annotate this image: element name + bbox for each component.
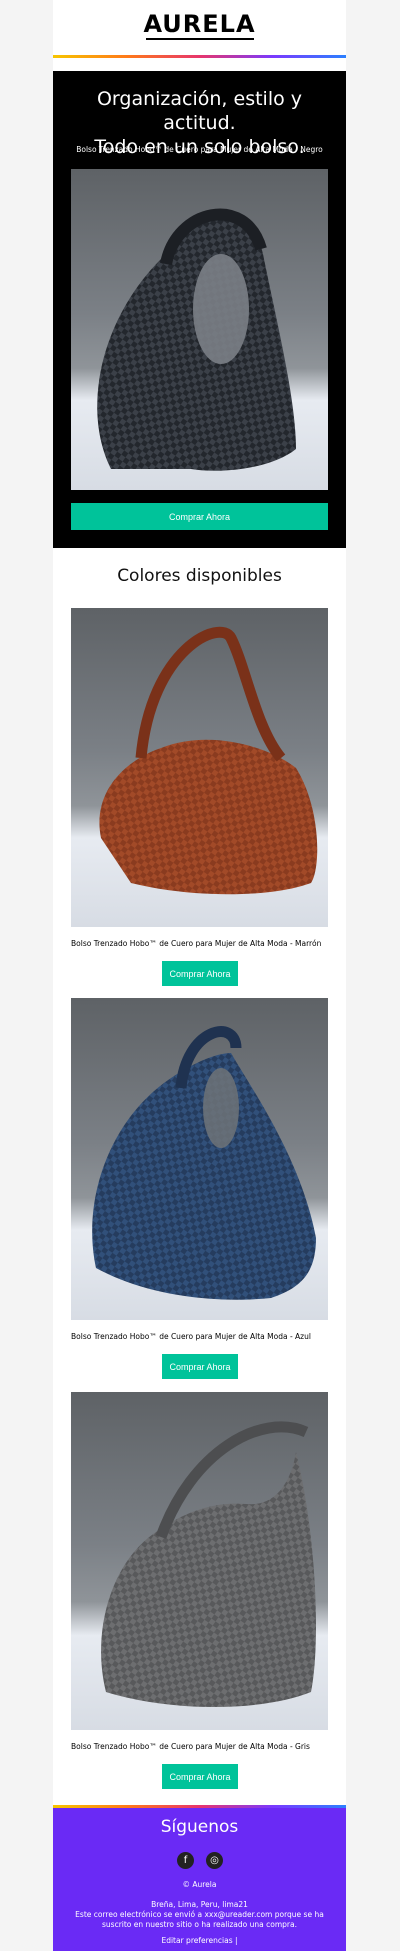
edit-preferences-link[interactable]: Editar preferencias | bbox=[63, 1936, 336, 1946]
hero-section: Organización, estilo y actitud. Todo en … bbox=[53, 71, 346, 548]
colors-section-title: Colores disponibles bbox=[117, 566, 282, 586]
instagram-icon[interactable]: ◎ bbox=[206, 1852, 223, 1869]
hero-buy-button[interactable]: Comprar Ahora bbox=[71, 503, 328, 530]
header: AURELA bbox=[53, 0, 346, 71]
footer-title: Síguenos bbox=[160, 1817, 239, 1837]
product-brown-image[interactable] bbox=[71, 608, 328, 927]
email-container: AURELA Organización, estilo y actitud. T… bbox=[53, 0, 346, 1951]
bag-black-image bbox=[97, 208, 296, 471]
hero-product-image[interactable] bbox=[71, 169, 328, 490]
hero-title-line1: Organización, estilo y actitud. bbox=[96, 88, 303, 134]
bag-gray-image bbox=[101, 1421, 316, 1707]
footer: Síguenos f ◎ © Aurela Breña, Lima, Peru,… bbox=[53, 1808, 346, 1951]
product-gray-name: Bolso Trenzado Hobo™ de Cuero para Mujer… bbox=[71, 1742, 310, 1751]
product-gray-image[interactable] bbox=[71, 1392, 328, 1730]
product-brown-buy-button[interactable]: Comprar Ahora bbox=[162, 961, 238, 986]
facebook-icon[interactable]: f bbox=[177, 1852, 194, 1869]
hero-subtitle: Bolso Trenzado Hobo™ de Cuero para Mujer… bbox=[76, 145, 323, 154]
product-brown-name: Bolso Trenzado Hobo™ de Cuero para Mujer… bbox=[71, 939, 322, 948]
product-blue-buy-button[interactable]: Comprar Ahora bbox=[162, 1354, 238, 1379]
footer-notice: Este correo electrónico se envió a xxx@u… bbox=[75, 1910, 324, 1929]
bag-brown-image bbox=[99, 626, 318, 895]
logo-underline bbox=[146, 38, 254, 40]
rainbow-divider bbox=[53, 55, 346, 58]
footer-copyright: © Aurela bbox=[182, 1880, 217, 1889]
product-gray-buy-button[interactable]: Comprar Ahora bbox=[162, 1764, 238, 1789]
footer-address: Breña, Lima, Peru, lima21 bbox=[151, 1900, 248, 1909]
bag-blue-image bbox=[92, 1026, 316, 1300]
product-blue-image[interactable] bbox=[71, 998, 328, 1320]
brand-logo[interactable]: AURELA bbox=[53, 10, 346, 38]
product-blue-name: Bolso Trenzado Hobo™ de Cuero para Mujer… bbox=[71, 1332, 311, 1341]
